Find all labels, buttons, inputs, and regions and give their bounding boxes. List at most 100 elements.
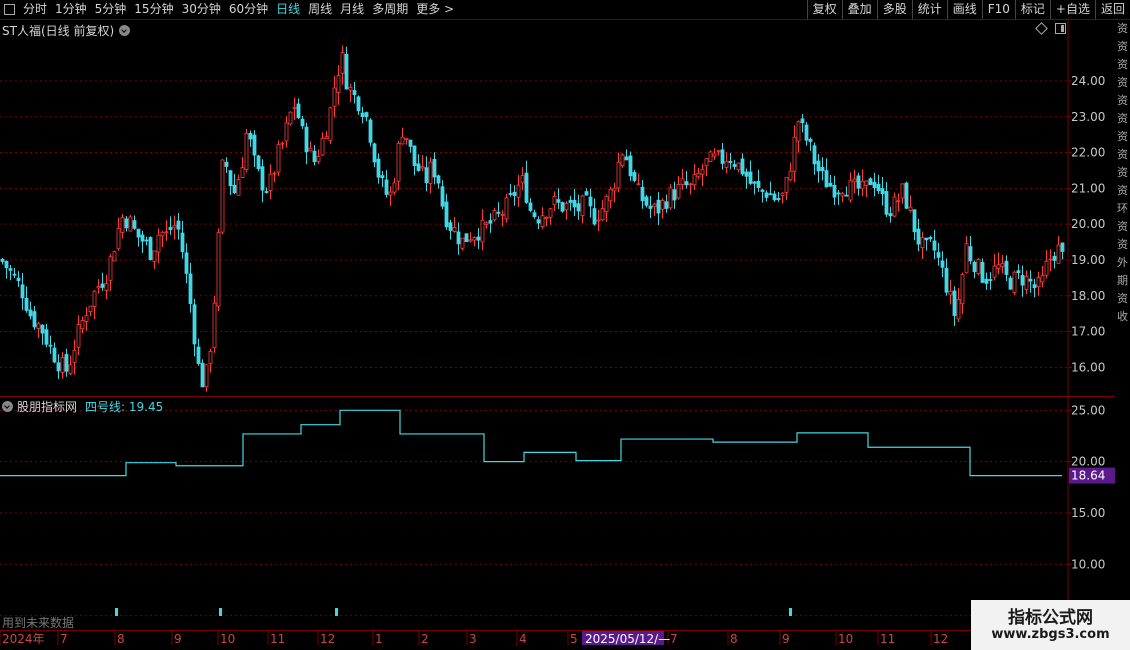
candle-body [716, 150, 721, 153]
candle-body [684, 181, 689, 186]
y-tick-label: 16.00 [1071, 360, 1105, 374]
x-tick-label: 11 [880, 632, 895, 646]
candle-body [784, 177, 789, 193]
candle-body [408, 139, 413, 147]
candle-body [156, 234, 161, 253]
candle-body [272, 172, 277, 175]
candle-body [988, 279, 993, 281]
candle-body [608, 188, 613, 202]
candle-body [576, 203, 581, 212]
candle-body [288, 111, 293, 125]
candle-body [28, 309, 33, 317]
chevron-down-icon[interactable] [119, 24, 131, 36]
candle-body [220, 159, 225, 233]
candle-body [88, 305, 93, 313]
candle-body [1060, 242, 1065, 252]
candle-body [976, 259, 981, 274]
indicator-header: 股朋指标网 四号线: 19.45 [2, 398, 163, 414]
candle-body [980, 261, 985, 283]
candle-body [564, 203, 569, 211]
candle-body [148, 237, 153, 260]
candle-body [828, 182, 833, 187]
candle-body [764, 192, 769, 198]
candle-body [116, 227, 121, 250]
strip-char: 资 [1117, 130, 1128, 143]
candle-body [276, 144, 281, 173]
strip-char: 环 [1117, 202, 1128, 215]
strip-char: 资 [1117, 220, 1128, 233]
candle-body [48, 344, 53, 347]
candle-body [376, 158, 381, 178]
candle-body [972, 261, 977, 272]
candle-body [212, 302, 217, 349]
x-tick-label: 12 [320, 632, 335, 646]
candle-body [748, 171, 753, 184]
candle-body [796, 121, 801, 142]
candle-body [812, 145, 817, 165]
candle-body [72, 350, 77, 363]
candle-body [448, 222, 453, 231]
candle-body [136, 228, 141, 238]
candle-body [728, 161, 733, 163]
x-tick-label: 2024年 [2, 632, 45, 646]
strip-char: 资 [1117, 292, 1128, 305]
candle-body [512, 191, 517, 196]
chevron-down-icon[interactable] [2, 400, 13, 412]
candle-body [852, 178, 857, 183]
candle-body [300, 118, 305, 127]
value-tag: 18.64 [1071, 469, 1105, 483]
candle-body [596, 219, 601, 222]
strip-char: 期 [1117, 274, 1128, 287]
candle-body [216, 232, 221, 307]
candle-body [44, 329, 49, 345]
candle-body [0, 259, 5, 262]
candle-body [504, 197, 509, 220]
candle-body [532, 212, 537, 218]
candle-body [768, 193, 773, 196]
x-tick-label: 9 [782, 632, 790, 646]
candle-body [604, 195, 609, 213]
candle-body [392, 182, 397, 193]
candle-body [440, 186, 445, 207]
candle-body [860, 180, 865, 190]
candle-body [308, 147, 313, 152]
candle-body [952, 290, 957, 316]
candle-body [956, 298, 961, 320]
candle-body [528, 202, 533, 211]
y-tick-label: 21.00 [1071, 181, 1105, 195]
x-tick-label: 10 [838, 632, 853, 646]
indicator-name[interactable]: 股朋指标网 [17, 398, 77, 415]
candle-body [168, 227, 173, 230]
x-tick-label: 4 [519, 632, 527, 646]
x-tick-label: 12 [933, 632, 948, 646]
candle-body [144, 239, 149, 242]
signal-marker [219, 608, 222, 616]
candle-body [1052, 255, 1057, 261]
future-data-warning: 用到未来数据 [2, 616, 75, 630]
y-tick-label: 20.00 [1071, 455, 1105, 469]
candle-body [824, 170, 829, 188]
candle-body [588, 196, 593, 207]
candle-body [412, 145, 417, 167]
candle-body [292, 106, 297, 109]
candle-body [668, 187, 673, 209]
candle-body [312, 150, 317, 163]
strip-char: 资 [1117, 184, 1128, 197]
x-tick-label: 11 [270, 632, 285, 646]
signal-marker [115, 608, 118, 616]
candle-body [256, 155, 261, 170]
candle-body [480, 219, 485, 243]
sidebar-toggle-icon[interactable] [1055, 23, 1066, 34]
candle-body [680, 178, 685, 185]
candle-body [120, 217, 125, 233]
candle-body [888, 213, 893, 217]
indicator-series-label: 四号线: 19.45 [85, 399, 164, 414]
candle-body [884, 191, 889, 215]
candle-body [652, 203, 657, 208]
candle-body [152, 250, 157, 262]
candle-body [1040, 275, 1045, 283]
candle-body [908, 206, 913, 211]
candle-body [108, 256, 113, 281]
candle-body [8, 268, 13, 271]
candle-body [960, 274, 965, 305]
